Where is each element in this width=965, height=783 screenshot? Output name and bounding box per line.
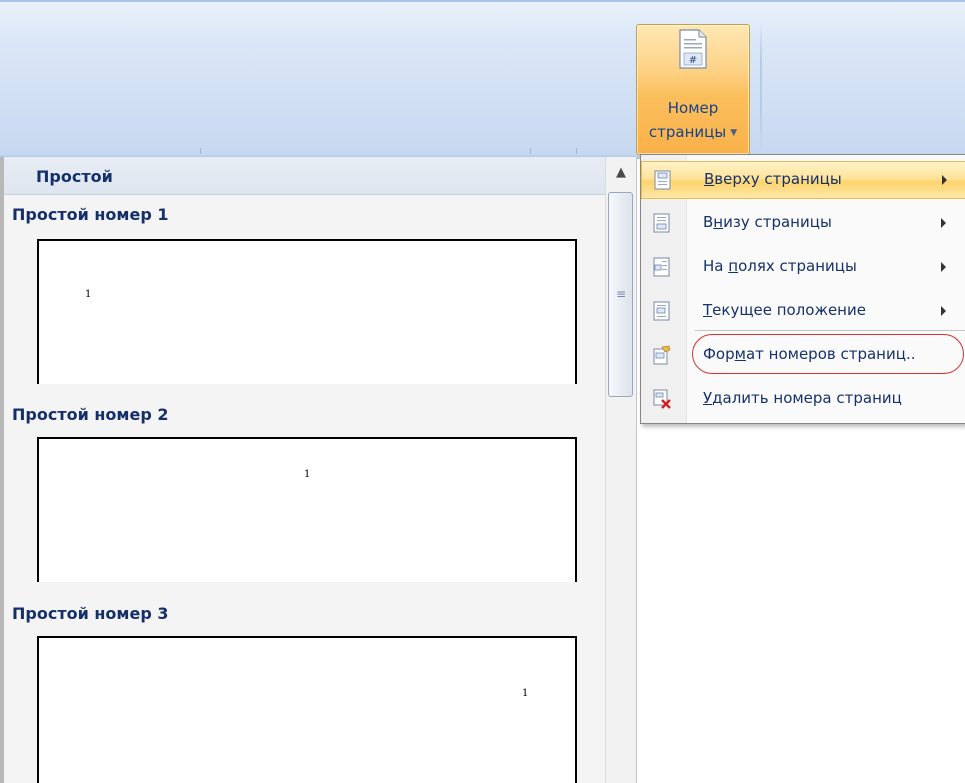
page-number-button[interactable]: # Номер страницы ▼ <box>636 24 750 155</box>
gallery-item-title: Простой номер 1 <box>12 205 169 224</box>
ribbon-group-separator <box>760 22 762 152</box>
page-number-label-line2: страницы ▼ <box>637 123 749 141</box>
gallery-category-header: Простой <box>4 157 605 195</box>
submenu-arrow-icon <box>942 175 947 185</box>
remove-page-numbers-icon <box>653 389 671 409</box>
scrollbar-thumb[interactable]: ≡ <box>608 192 633 397</box>
gallery-item-simple-number-1[interactable]: 1 <box>37 239 577 384</box>
page-number-icon-glyph: # <box>689 55 697 66</box>
menu-item-label: Удалить номера страниц <box>703 389 902 407</box>
page-number-icon: # <box>679 29 707 69</box>
chevron-down-icon: ▼ <box>730 128 738 138</box>
ribbon-group-mark <box>530 148 531 154</box>
menu-separator <box>695 330 965 331</box>
page-margins-icon <box>653 257 670 277</box>
menu-item-remove-page-numbers[interactable]: Удалить номера страниц <box>641 381 965 419</box>
page-number-gallery: Простой Простой номер 1 1 Простой номер … <box>0 157 637 783</box>
ribbon: # Номер страницы ▼ <box>0 0 965 159</box>
gallery-scrollbar[interactable]: ▲ ≡ <box>605 157 636 783</box>
menu-item-label: Внизу страницы <box>703 213 832 231</box>
current-position-icon <box>653 301 670 321</box>
gallery-item-title: Простой номер 3 <box>12 604 169 623</box>
preview-page-number: 1 <box>304 469 311 480</box>
gallery-content: Простой Простой номер 1 1 Простой номер … <box>0 157 605 783</box>
gallery-item-simple-number-2[interactable]: 1 <box>37 437 577 582</box>
menu-item-label: Текущее положение <box>703 301 866 319</box>
gallery-item-simple-number-3[interactable]: 1 <box>37 636 577 783</box>
submenu-arrow-icon <box>941 218 946 228</box>
gallery-item-title: Простой номер 2 <box>12 405 169 424</box>
scrollbar-grip-icon: ≡ <box>615 287 627 301</box>
page-top-icon <box>654 170 671 190</box>
preview-page-number: 1 <box>522 688 529 699</box>
menu-item-bottom-of-page[interactable]: Внизу страницы <box>641 205 965 243</box>
ribbon-group-mark <box>576 148 577 154</box>
ribbon-group-mark <box>200 148 201 154</box>
page-bottom-icon <box>653 213 670 233</box>
menu-item-top-of-page[interactable]: Вверху страницы <box>641 161 965 199</box>
menu-item-page-margins[interactable]: На полях страницы <box>641 249 965 287</box>
submenu-arrow-icon <box>941 306 946 316</box>
format-page-numbers-icon <box>653 345 671 365</box>
submenu-arrow-icon <box>941 262 946 272</box>
menu-item-label: Вверху страницы <box>704 170 842 188</box>
page-number-menu: Вверху страницы Внизу страницы На полях … <box>640 154 965 424</box>
menu-item-current-position[interactable]: Текущее положение <box>641 293 965 331</box>
page-number-label-text: страницы <box>648 123 727 141</box>
page-number-label-line1: Номер <box>667 99 719 117</box>
preview-page-number: 1 <box>85 289 92 300</box>
annotation-oval <box>692 334 964 374</box>
scroll-up-icon[interactable]: ▲ <box>606 163 636 183</box>
menu-item-label: На полях страницы <box>703 257 857 275</box>
